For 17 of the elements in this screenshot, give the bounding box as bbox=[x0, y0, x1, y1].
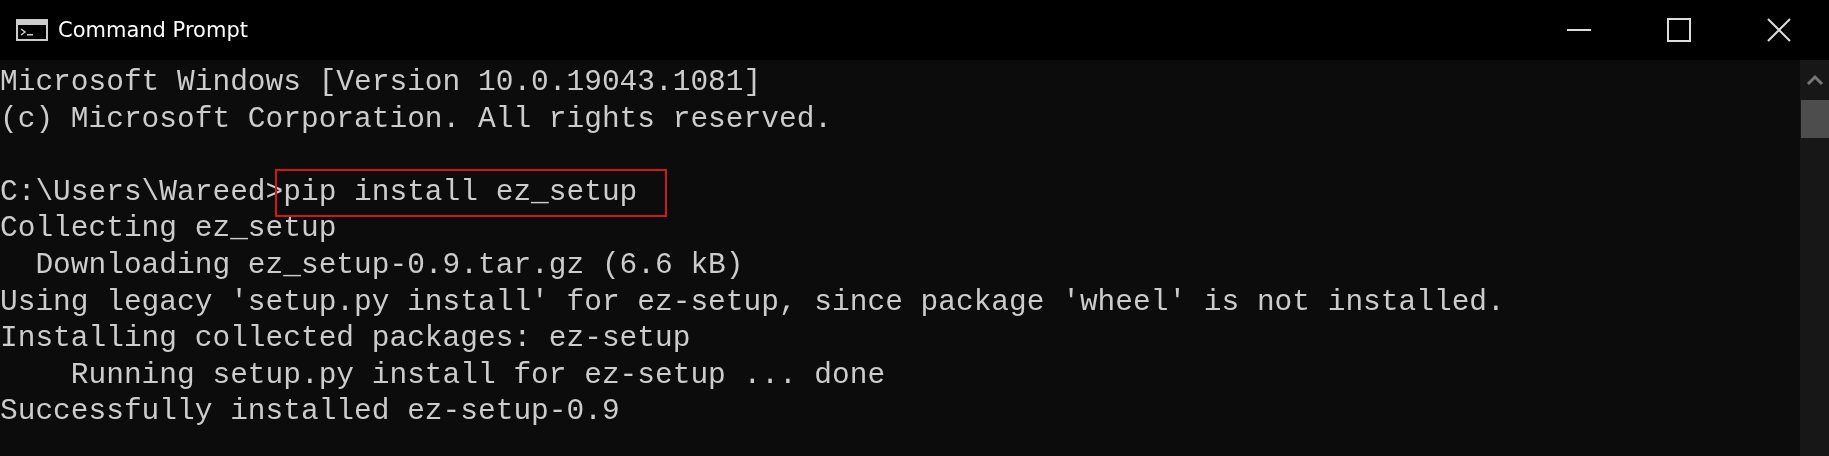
console-line: Using legacy 'setup.py install' for ez-setup, since package 'wheel' is not installed. bbox=[0, 284, 1505, 319]
scroll-up-icon[interactable] bbox=[1805, 74, 1824, 86]
maximize-icon bbox=[1667, 18, 1691, 42]
scrollbar[interactable] bbox=[1800, 60, 1829, 456]
console-line: Collecting ez_setup bbox=[0, 211, 337, 246]
console-line: Downloading ez_setup-0.9.tar.gz (6.6 kB) bbox=[34, 247, 744, 282]
window-title: Command Prompt bbox=[58, 18, 249, 42]
console-line: Microsoft Windows [Version 10.0.19043.1081] bbox=[0, 65, 762, 99]
scrollbar-thumb[interactable] bbox=[1801, 100, 1829, 138]
console-line: Successfully installed ez-setup-0.9 bbox=[0, 394, 620, 429]
console-line: (c) Microsoft Corporation. All rights reserved. bbox=[0, 101, 833, 136]
console-line: Installing collected packages: ez-setup bbox=[0, 321, 691, 356]
console-line: Running setup.py install for ez-setup ... done bbox=[69, 357, 886, 392]
close-icon bbox=[1767, 18, 1791, 42]
terminal-icon bbox=[16, 19, 48, 41]
minimize-icon bbox=[1567, 29, 1591, 31]
command-text: pip install ez_setup bbox=[283, 174, 638, 209]
